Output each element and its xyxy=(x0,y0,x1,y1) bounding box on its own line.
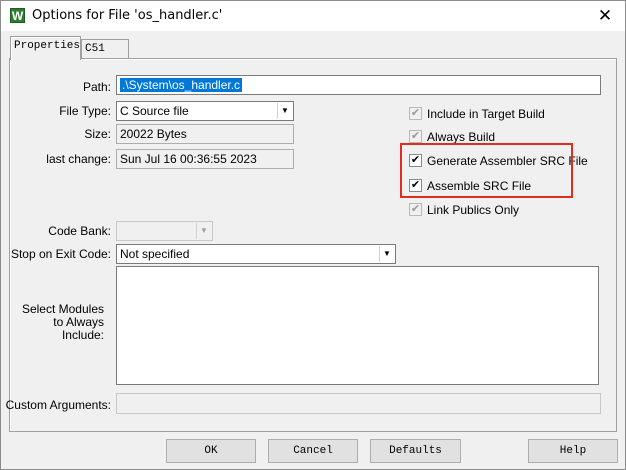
window-title: Options for File 'os_handler.c' xyxy=(32,8,223,23)
close-button[interactable]: ✕ xyxy=(585,1,625,31)
ok-button[interactable]: OK xyxy=(166,439,256,463)
checkbox-label: Always Build xyxy=(427,130,496,144)
file-type-value: C Source file xyxy=(120,104,189,118)
size-label: Size: xyxy=(84,127,111,141)
last-change-label: last change: xyxy=(46,152,111,166)
custom-arguments-field[interactable] xyxy=(116,393,601,414)
file-type-label: File Type: xyxy=(59,104,111,118)
highlight-annotation-box xyxy=(400,143,573,198)
chevron-down-icon[interactable]: ▼ xyxy=(379,246,394,262)
stop-on-exit-code-value: Not specified xyxy=(120,247,190,261)
path-field[interactable]: .\System\os_handler.c xyxy=(116,75,601,95)
path-value: .\System\os_handler.c xyxy=(120,78,243,92)
stop-on-exit-code-select[interactable]: Not specified ▼ xyxy=(116,244,396,264)
code-bank-select[interactable]: ▼ xyxy=(116,221,213,241)
checkbox-box: ✔ xyxy=(409,107,422,120)
chevron-down-icon[interactable]: ▼ xyxy=(277,103,292,119)
close-icon: ✕ xyxy=(597,6,613,25)
chevron-down-icon[interactable]: ▼ xyxy=(196,223,211,239)
options-dialog: W Options for File 'os_handler.c' ✕ Prop… xyxy=(0,0,626,470)
size-value: 20022 Bytes xyxy=(116,124,294,144)
help-button[interactable]: Help xyxy=(528,439,618,463)
defaults-button[interactable]: Defaults xyxy=(370,439,461,463)
keil-app-icon: W xyxy=(10,8,25,23)
stop-on-exit-code-label: Stop on Exit Code: xyxy=(10,247,111,261)
code-bank-label: Code Bank: xyxy=(48,224,111,238)
tab-c51[interactable]: C51 xyxy=(81,39,129,59)
select-modules-label: Select Modules to Always Include: xyxy=(21,302,104,342)
last-change-value: Sun Jul 16 00:36:55 2023 xyxy=(116,149,294,169)
checkbox-label: Include in Target Build xyxy=(427,107,545,121)
checkbox-label: Link Publics Only xyxy=(427,203,520,217)
tab-properties[interactable]: Properties xyxy=(10,36,81,60)
checkbox-box: ✔ xyxy=(409,203,422,216)
custom-arguments-label: Custom Arguments: xyxy=(5,398,111,412)
path-label: Path: xyxy=(82,80,111,94)
file-type-select[interactable]: C Source file ▼ xyxy=(116,101,294,121)
select-modules-listbox[interactable] xyxy=(116,266,599,385)
checkbox-box: ✔ xyxy=(409,130,422,143)
cancel-button[interactable]: Cancel xyxy=(268,439,358,463)
title-bar: W Options for File 'os_handler.c' ✕ xyxy=(1,1,625,31)
